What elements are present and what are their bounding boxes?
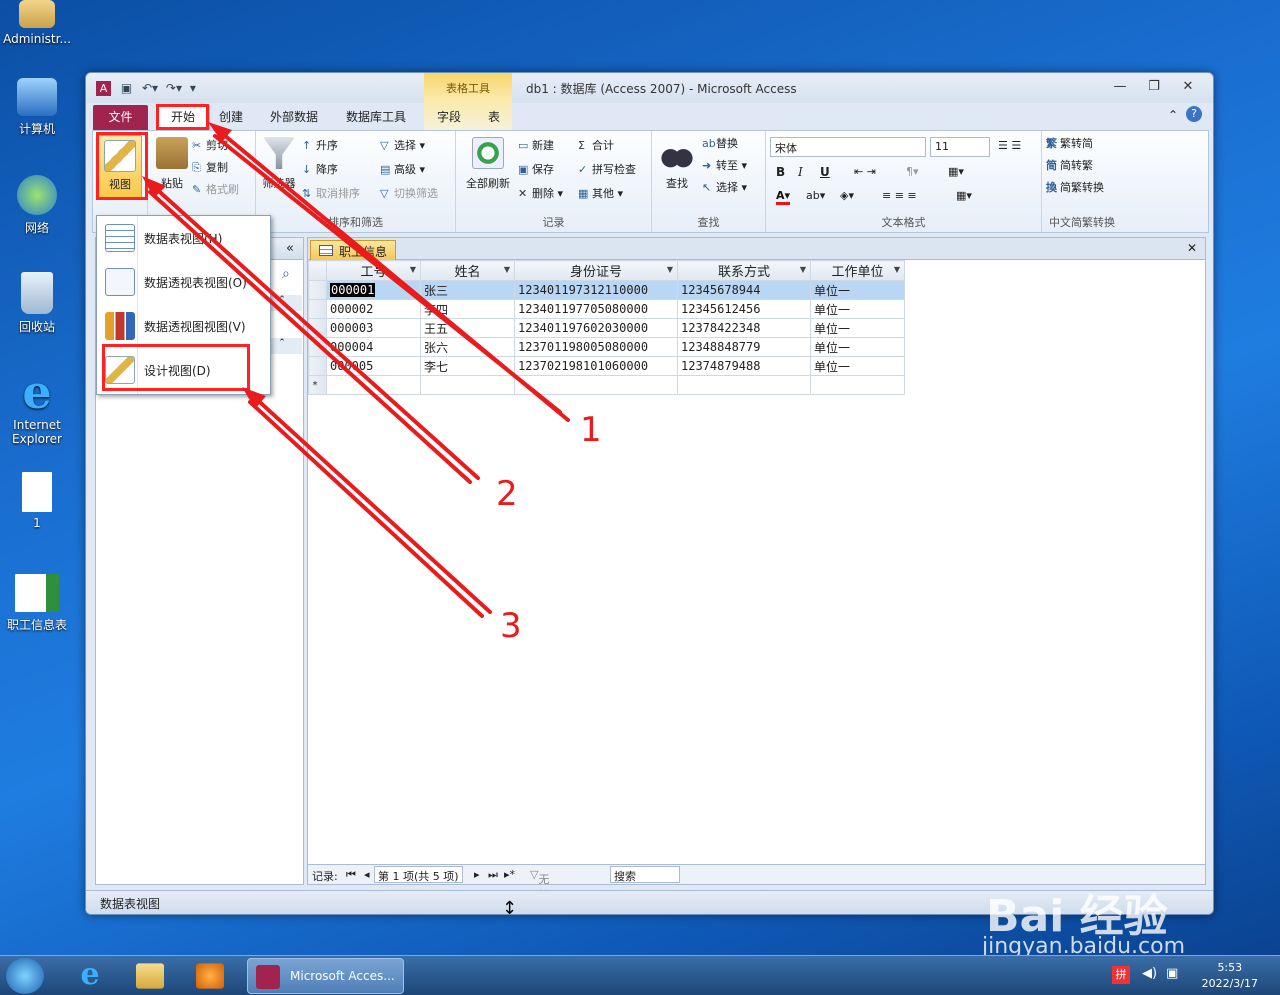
resize-cursor-icon: ↕ bbox=[502, 898, 518, 919]
annotation-number-2: 2 bbox=[496, 474, 518, 514]
taskbar: e Microsoft Acces... 拼 ◀) ▣ 5:53 2022/3/… bbox=[0, 955, 1280, 995]
clock-time: 5:53 bbox=[1217, 961, 1243, 974]
system-clock[interactable]: 5:53 2022/3/17 bbox=[1202, 960, 1258, 992]
taskbar-ie-icon[interactable]: e bbox=[70, 958, 110, 994]
ime-indicator[interactable]: 拼 bbox=[1112, 966, 1130, 984]
taskbar-access-label: Microsoft Acces... bbox=[290, 969, 395, 983]
volume-icon[interactable]: ◀) bbox=[1142, 966, 1157, 981]
clock-date: 2022/3/17 bbox=[1201, 977, 1258, 990]
access-taskbar-icon bbox=[256, 965, 280, 989]
taskbar-access-button[interactable]: Microsoft Acces... bbox=[247, 958, 404, 994]
annotation-number-1: 1 bbox=[580, 410, 602, 450]
taskbar-explorer-icon[interactable] bbox=[136, 963, 164, 989]
taskbar-media-player-icon[interactable] bbox=[196, 963, 224, 989]
annotation-number-3: 3 bbox=[500, 606, 522, 646]
start-button[interactable] bbox=[6, 958, 44, 994]
annotation-arrows bbox=[142, 122, 570, 618]
network-tray-icon[interactable]: ▣ bbox=[1166, 966, 1178, 981]
